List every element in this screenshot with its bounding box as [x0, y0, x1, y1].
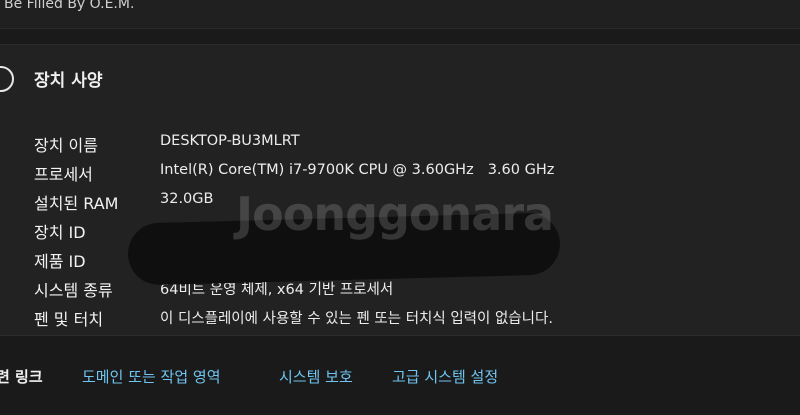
section-header[interactable]: 장치 사양 — [0, 58, 800, 98]
info-icon — [0, 66, 14, 92]
spec-label: 펜 및 터치 — [34, 310, 104, 329]
spec-row-system-type: 시스템 종류 64비트 운영 체제, x64 기반 프로세서 — [0, 277, 800, 307]
spec-label: 시스템 종류 — [34, 281, 113, 300]
cpu-speed: 3.60 GHz — [487, 162, 555, 178]
spec-label: 제품 ID — [34, 252, 86, 271]
spec-value: Intel(R) Core(TM) i7-9700K CPU @ 3.60GHz — [160, 162, 474, 178]
spec-value: 이 디스플레이에 사용할 수 있는 펜 또는 터치식 입력이 없습니다. — [160, 311, 553, 327]
spec-row-device-name: 장치 이름 DESKTOP-BU3MLRT — [0, 132, 800, 162]
related-links-row: 련 링크 도메인 또는 작업 영역 시스템 보호 고급 시스템 설정 — [0, 360, 800, 394]
oem-text: Be Filled By O.E.M. — [4, 0, 135, 12]
spec-row-pen-touch: 펜 및 터치 이 디스플레이에 사용할 수 있는 펜 또는 터치식 입력이 없습… — [0, 306, 800, 336]
spec-value-group: Intel(R) Core(TM) i7-9700K CPU @ 3.60GHz… — [160, 162, 554, 178]
related-links-label: 련 링크 — [0, 368, 43, 386]
spec-label: 장치 이름 — [34, 136, 98, 155]
spec-label: 장치 ID — [34, 223, 86, 242]
section-title: 장치 사양 — [34, 71, 103, 91]
spec-value: DESKTOP-BU3MLRT — [160, 133, 300, 149]
spec-label: 설치된 RAM — [34, 194, 119, 213]
top-strip: Be Filled By O.E.M. — [0, 0, 800, 29]
link-system-protection[interactable]: 시스템 보호 — [279, 366, 353, 387]
watermark: Joonggonara — [236, 187, 554, 241]
link-advanced-system-settings[interactable]: 고급 시스템 설정 — [392, 366, 498, 387]
spec-value: 32.0GB — [160, 191, 214, 207]
spec-label: 프로세서 — [34, 165, 93, 184]
link-domain-workgroup[interactable]: 도메인 또는 작업 영역 — [82, 366, 221, 387]
